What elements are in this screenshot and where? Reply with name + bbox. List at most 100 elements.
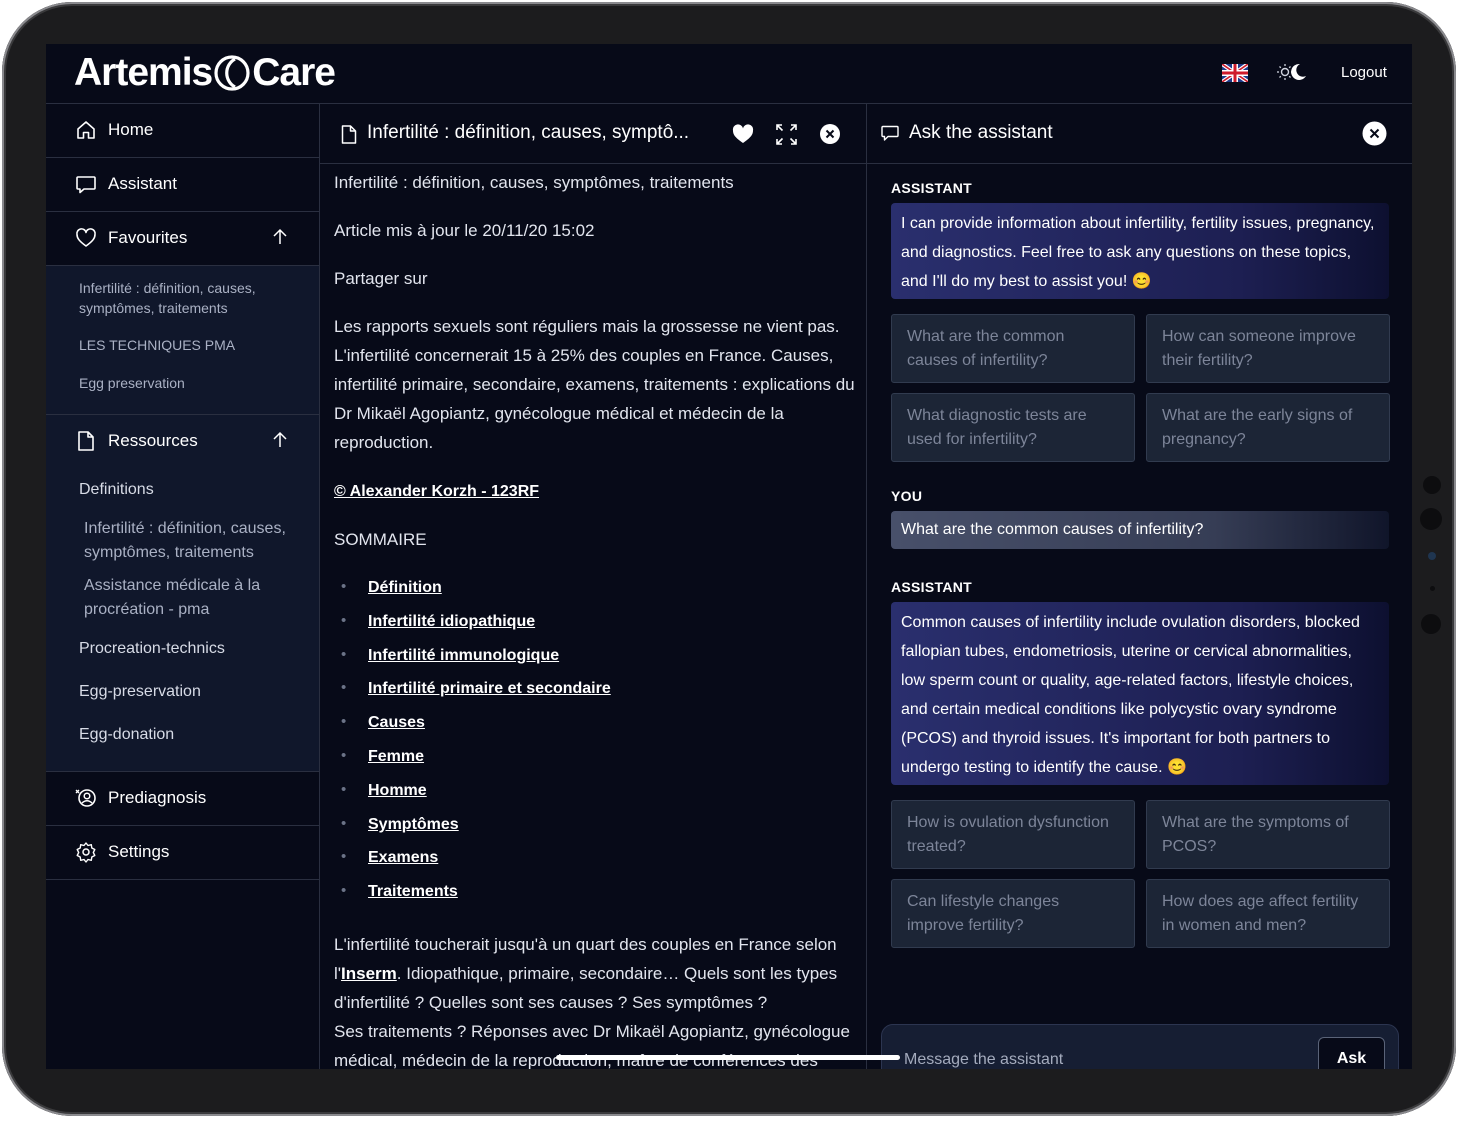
ressource-definitions[interactable]: Definitions [79,481,154,499]
user-message: What are the common causes of infertilit… [891,511,1389,549]
suggestion-button[interactable]: Can lifestyle changes improve fertility? [891,879,1135,948]
toc-item: Traitements [334,877,859,911]
sidebar-item-assistant[interactable]: Assistant [46,158,319,212]
favourite-item[interactable]: Egg preservation [79,373,185,393]
logo-text-right: Care [252,51,336,94]
toc-link[interactable]: Symptômes [368,816,459,833]
arrow-up-icon[interactable] [271,430,289,450]
message-composer: Ask [881,1024,1399,1069]
article-body: Infertilité : définition, causes, symptô… [334,168,859,1069]
toc-link[interactable]: Examens [368,849,438,866]
favourite-item[interactable]: Infertilité : définition, causes, symptô… [79,278,299,318]
toc-item: Causes [334,708,859,742]
heart-icon [76,228,96,247]
message-input[interactable] [902,1047,1306,1069]
mic-dot [1430,586,1435,591]
top-header: Artemis Care Logout [46,44,1412,104]
definition-item[interactable]: Assistance médicale à la procréation - p… [84,574,294,622]
inserm-link[interactable]: Inserm [341,964,397,983]
sensor-dot [1423,476,1441,494]
article-intro: Les rapports sexuels sont réguliers mais… [334,317,855,452]
ressource-egg-donation[interactable]: Egg-donation [79,726,174,744]
article-paragraph: L'infertilité toucherait jusqu'à un quar… [334,930,859,1017]
flash-dot [1421,614,1441,634]
uk-flag-icon[interactable] [1222,64,1248,82]
ask-button[interactable]: Ask [1318,1037,1385,1069]
toc-link[interactable]: Infertilité primaire et secondaire [368,680,611,697]
article-updated: Article mis à jour le 20/11/20 15:02 [334,221,595,240]
suggestion-button[interactable]: How does age affect fertility in women a… [1146,879,1390,948]
gear-icon [76,842,96,863]
close-icon[interactable] [1362,121,1387,146]
sidebar-item-prediagnosis[interactable]: Prediagnosis [46,772,319,826]
suggestion-button[interactable]: What are the early signs of pregnancy? [1146,393,1390,462]
assistant-message: I can provide information about infertil… [891,203,1389,299]
suggestion-button[interactable]: What diagnostic tests are used for infer… [891,393,1135,462]
close-icon[interactable] [819,123,841,145]
toc-link[interactable]: Homme [368,782,427,799]
paragraph-text: . Idiopathique, primaire, secondaire… Qu… [334,963,838,1012]
sidebar-item-settings[interactable]: Settings [46,826,319,880]
favourite-item[interactable]: LES TECHNIQUES PMA [79,335,235,355]
article-tab-title: Infertilité : définition, causes, symptô… [367,122,690,143]
assistant-title: Ask the assistant [909,122,1053,143]
toc-link[interactable]: Infertilité idiopathique [368,613,535,630]
sidebar: Home Assistant Favourites Infertilité : … [46,104,320,1069]
sidebar-item-label: Settings [108,842,170,861]
sidebar-item-label: Favourites [108,228,188,247]
brand-logo[interactable]: Artemis Care [74,51,336,95]
suggestion-button[interactable]: What are the symptoms of PCOS? [1146,800,1390,869]
chat-bubble-icon [881,125,899,141]
article-share: Partager sur [334,269,428,288]
camera-lens [1420,508,1442,530]
favourite-heart-icon[interactable] [732,124,754,144]
photo-credit-link[interactable]: © Alexander Korzh - 123RF [334,483,539,500]
fullscreen-icon[interactable] [776,124,797,145]
assistant-pane: Ask the assistant ASSISTANT I can provid… [867,104,1412,1069]
sidebar-item-ressources[interactable]: Ressources [46,415,319,469]
article-paragraph: Ses traitements ? Réponses avec Dr Mikaë… [334,1021,850,1069]
assistant-header: Ask the assistant [867,104,1412,164]
role-label-you: YOU [891,488,923,504]
toc-link[interactable]: Causes [368,714,425,731]
sidebar-item-favourites[interactable]: Favourites [46,212,319,266]
document-icon [341,125,357,144]
ressource-egg-preservation[interactable]: Egg-preservation [79,683,201,701]
camera-led [1428,552,1436,560]
summary-title: SOMMAIRE [334,530,427,549]
toc-link[interactable]: Infertilité immunologique [368,647,559,664]
app-screen: Artemis Care Logout Home Assistant Favou… [46,44,1412,1069]
theme-toggle-icon[interactable] [1277,61,1307,83]
assistant-message: Common causes of infertility include ovu… [891,602,1389,785]
logout-link[interactable]: Logout [1341,64,1387,81]
toc-link[interactable]: Définition [368,579,442,596]
arrow-up-icon[interactable] [271,227,289,247]
role-label-assistant: ASSISTANT [891,579,972,595]
ressources-list: Definitions Infertilité : définition, ca… [46,468,319,772]
toc-link[interactable]: Traitements [368,883,458,900]
sidebar-item-label: Assistant [108,174,177,193]
ressource-procreation[interactable]: Procreation-technics [79,640,225,658]
article-header: Infertilité : définition, causes, symptô… [320,104,866,164]
toc-item: Femme [334,742,859,776]
toc-item: Symptômes [334,810,859,844]
toc-item: Infertilité primaire et secondaire [334,674,859,708]
home-indicator[interactable] [556,1055,900,1060]
logo-moon-icon [214,55,250,91]
favourites-list: Infertilité : définition, causes, symptô… [46,266,319,415]
suggestion-button[interactable]: How can someone improve their fertility? [1146,314,1390,383]
sidebar-item-label: Prediagnosis [108,788,207,807]
suggestion-button[interactable]: How is ovulation dysfunction treated? [891,800,1135,869]
article-pane: Infertilité : définition, causes, symptô… [320,104,867,1069]
suggestion-button[interactable]: What are the common causes of infertilit… [891,314,1135,383]
toc-item: Infertilité immunologique [334,641,859,675]
role-label-assistant: ASSISTANT [891,180,972,196]
table-of-contents: Définition Infertilité idiopathique Infe… [334,573,859,911]
toc-link[interactable]: Femme [368,748,424,765]
toc-item: Homme [334,776,859,810]
home-icon [77,121,95,139]
sidebar-item-home[interactable]: Home [46,104,319,158]
definition-item[interactable]: Infertilité : définition, causes, symptô… [84,517,309,565]
document-icon [78,431,94,451]
sidebar-item-label: Home [108,120,154,139]
